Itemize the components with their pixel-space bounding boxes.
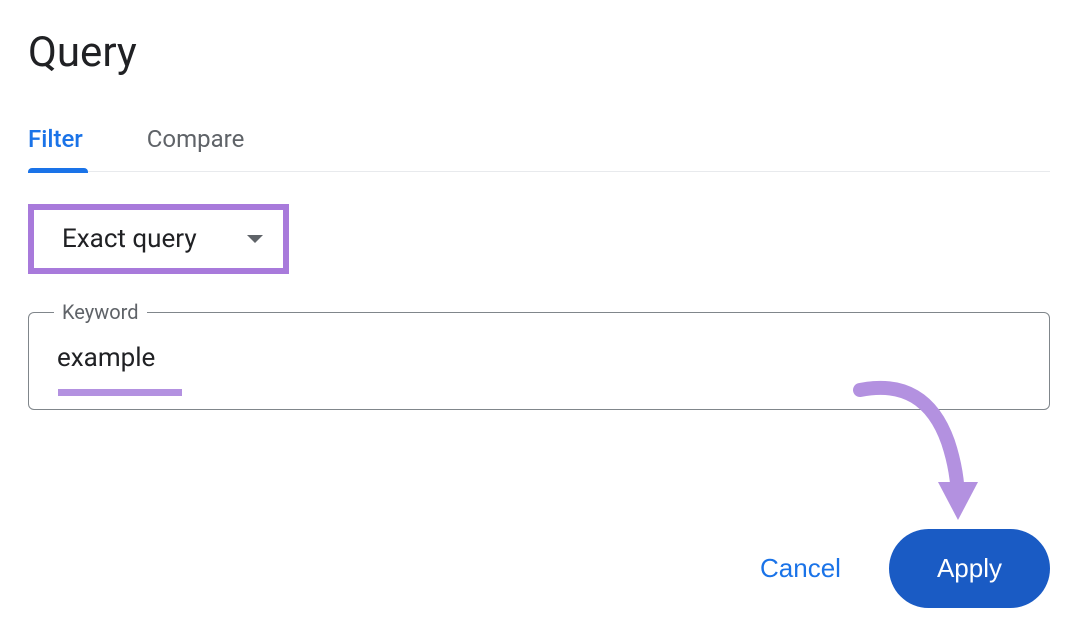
dialog-actions: Cancel Apply xyxy=(752,529,1050,608)
chevron-down-icon xyxy=(247,235,263,243)
cancel-button[interactable]: Cancel xyxy=(752,541,849,596)
keyword-label: Keyword xyxy=(54,300,147,324)
highlight-underline xyxy=(58,389,182,396)
apply-button[interactable]: Apply xyxy=(889,529,1050,608)
tab-compare[interactable]: Compare xyxy=(147,125,245,171)
page-title: Query xyxy=(28,28,1050,77)
query-type-select[interactable]: Exact query xyxy=(28,204,289,274)
filter-panel: Exact query Keyword xyxy=(28,172,1050,410)
select-value: Exact query xyxy=(62,224,197,254)
keyword-field-wrapper: Keyword xyxy=(28,312,1050,410)
tab-filter[interactable]: Filter xyxy=(28,125,83,171)
tabs-bar: Filter Compare xyxy=(28,125,1050,172)
